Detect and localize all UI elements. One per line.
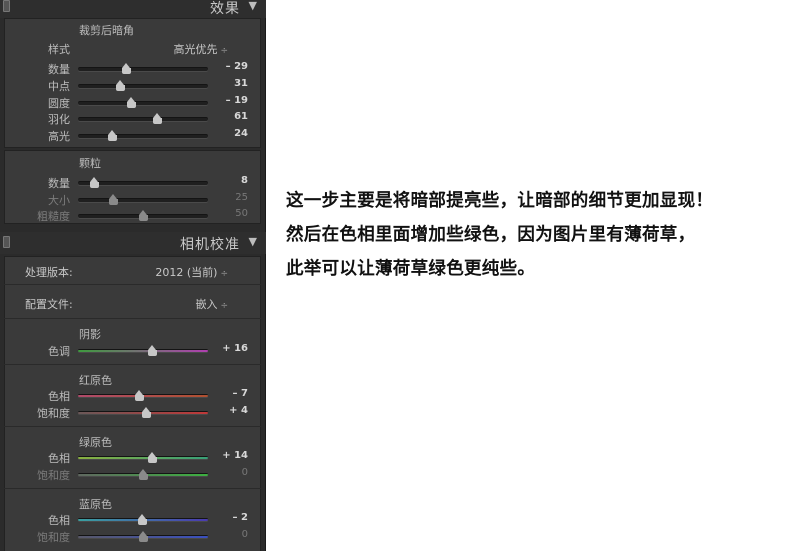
camera-calibration-header[interactable]: 相机校准 ▼ xyxy=(0,232,266,254)
red-primary-title: 红原色 xyxy=(79,374,112,387)
effects-panel-title: 效果 xyxy=(210,1,240,17)
slider-value[interactable]: – 29 xyxy=(214,61,248,72)
slider-label: 色相 xyxy=(48,514,70,527)
collapse-triangle-icon[interactable]: ▼ xyxy=(249,235,258,248)
camera-calibration-title: 相机校准 xyxy=(180,237,240,253)
slider-label: 色调 xyxy=(48,345,70,358)
slider-thumb[interactable] xyxy=(153,113,163,125)
panel-toggle-switch[interactable] xyxy=(3,0,10,12)
slider-value[interactable]: 25 xyxy=(214,192,248,203)
slider-label: 高光 xyxy=(48,130,70,144)
slider-value[interactable]: 61 xyxy=(214,111,248,122)
slider-thumb[interactable] xyxy=(122,63,132,74)
slider-label: 数量 xyxy=(48,63,70,76)
slider-label: 色相 xyxy=(48,452,70,465)
slider-label: 粗糙度 xyxy=(37,210,70,223)
slider-thumb[interactable] xyxy=(139,530,148,542)
vignette-style-dropdown[interactable]: 高光优先 ÷ xyxy=(140,41,228,57)
slider-value[interactable]: 0 xyxy=(214,529,248,540)
slider-track[interactable] xyxy=(78,96,208,108)
slider-value[interactable]: + 4 xyxy=(214,405,248,416)
slider-track[interactable] xyxy=(78,130,208,142)
slider-value[interactable]: + 16 xyxy=(214,343,248,354)
process-version-value: 2012 (当前) xyxy=(155,266,218,279)
slider-track[interactable] xyxy=(78,210,208,221)
profile-dropdown[interactable]: 嵌入 ÷ xyxy=(160,296,228,312)
vignette-style-value: 高光优先 xyxy=(173,43,218,56)
tutorial-caption: 这一步主要是将暗部提亮些，让暗部的细节更加显现！ 然后在色相里面增加些绿色，因为… xyxy=(286,184,798,286)
slider-label: 色相 xyxy=(48,390,70,403)
process-version-dropdown[interactable]: 2012 (当前) ÷ xyxy=(128,264,228,280)
updown-icon: ÷ xyxy=(220,301,228,311)
slider-value[interactable]: – 2 xyxy=(214,512,248,523)
slider-thumb[interactable] xyxy=(107,130,117,142)
slider-label: 饱和度 xyxy=(37,530,70,544)
slider-thumb[interactable] xyxy=(109,193,119,205)
slider-label: 饱和度 xyxy=(37,468,70,482)
process-version-label: 处理版本: xyxy=(25,266,73,279)
vignette-style-label: 样式 xyxy=(48,43,70,56)
slider-track[interactable] xyxy=(78,468,208,480)
slider-thumb[interactable] xyxy=(141,406,151,418)
slider-value[interactable]: – 7 xyxy=(214,388,248,399)
slider-value[interactable]: 50 xyxy=(214,208,248,219)
slider-track[interactable] xyxy=(78,452,208,463)
caption-line-1: 这一步主要是将暗部提亮些，让暗部的细节更加显现！ xyxy=(286,191,714,211)
slider-thumb[interactable] xyxy=(148,345,158,356)
slider-track[interactable] xyxy=(78,113,208,125)
slider-label: 数量 xyxy=(48,177,70,190)
updown-icon: ÷ xyxy=(220,46,228,56)
slider-label: 羽化 xyxy=(48,113,70,127)
effects-panel-header[interactable]: 效果 ▼ xyxy=(0,0,266,18)
divider xyxy=(4,488,261,489)
slider-value[interactable]: 31 xyxy=(214,78,248,89)
slider-track[interactable] xyxy=(78,390,208,401)
divider xyxy=(4,364,261,365)
slider-label: 大小 xyxy=(48,193,70,207)
slider-track[interactable] xyxy=(78,530,208,542)
slider-track[interactable] xyxy=(78,406,208,418)
slider-track[interactable] xyxy=(78,177,208,188)
slider-value[interactable]: 0 xyxy=(214,467,248,478)
slider-label: 饱和度 xyxy=(37,406,70,420)
divider xyxy=(4,284,261,285)
caption-line-2: 然后在色相里面增加些绿色，因为图片里有薄荷草， xyxy=(286,225,696,245)
slider-value[interactable]: – 19 xyxy=(214,95,248,106)
slider-track[interactable] xyxy=(78,63,208,74)
slider-track[interactable] xyxy=(78,514,208,525)
green-primary-title: 绿原色 xyxy=(79,436,112,449)
slider-track[interactable] xyxy=(78,193,208,205)
slider-thumb[interactable] xyxy=(127,96,137,108)
slider-track[interactable] xyxy=(78,345,208,356)
divider xyxy=(4,318,261,319)
slider-thumb[interactable] xyxy=(139,210,148,221)
blue-primary-title: 蓝原色 xyxy=(79,498,112,511)
updown-icon: ÷ xyxy=(220,269,228,279)
slider-thumb[interactable] xyxy=(115,79,125,91)
slider-label: 圆度 xyxy=(48,96,70,110)
shadows-title: 阴影 xyxy=(79,328,101,341)
slider-track[interactable] xyxy=(78,79,208,91)
caption-line-3: 此举可以让薄荷草绿色更纯些。 xyxy=(286,259,536,279)
slider-value[interactable]: 24 xyxy=(214,128,248,139)
grain-section-title: 颗粒 xyxy=(79,157,101,170)
slider-thumb[interactable] xyxy=(137,514,147,525)
slider-thumb[interactable] xyxy=(135,390,145,401)
slider-value[interactable]: + 14 xyxy=(214,450,248,461)
develop-right-panel: 效果 ▼ 裁剪后暗角 样式 高光优先 ÷ 数量 – 29 中点 31 圆度 – 19 羽化 61… xyxy=(0,0,266,551)
slider-thumb[interactable] xyxy=(89,177,99,188)
slider-thumb[interactable] xyxy=(148,452,158,463)
collapse-triangle-icon[interactable]: ▼ xyxy=(249,0,258,12)
divider xyxy=(4,426,261,427)
vignette-section-title: 裁剪后暗角 xyxy=(79,24,134,37)
panel-toggle-switch[interactable] xyxy=(3,236,10,248)
slider-label: 中点 xyxy=(48,79,70,93)
profile-label: 配置文件: xyxy=(25,298,73,311)
profile-value: 嵌入 xyxy=(195,298,218,311)
slider-value[interactable]: 8 xyxy=(214,175,248,186)
slider-thumb[interactable] xyxy=(139,468,148,480)
